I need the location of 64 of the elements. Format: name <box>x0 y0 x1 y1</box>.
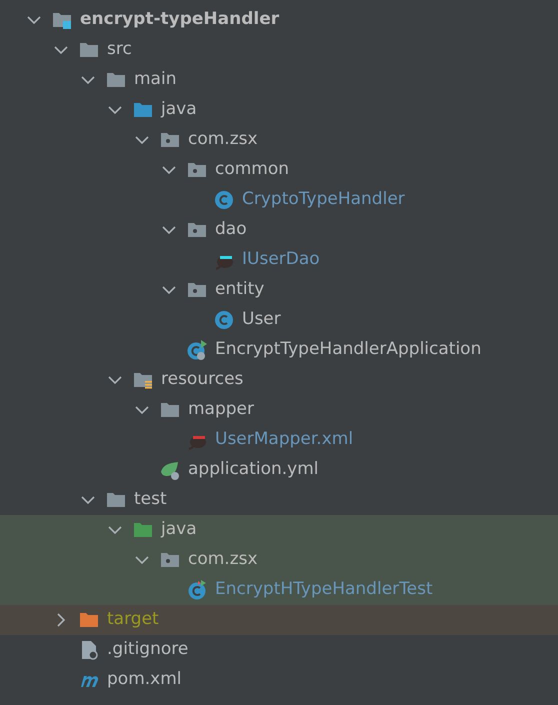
tree-item-label[interactable]: CryptoTypeHandler <box>242 187 405 213</box>
class-icon <box>214 190 234 210</box>
tree-item-label[interactable]: com.zsx <box>188 547 258 573</box>
tree-row[interactable]: mapper <box>0 395 558 425</box>
tree-row[interactable]: java <box>0 95 558 125</box>
tree-row[interactable]: encrypt-typeHandler <box>0 5 558 35</box>
tree-item-label[interactable]: resources <box>161 367 244 393</box>
folder-icon <box>52 10 72 30</box>
tree-row[interactable]: EncryptTypeHandlerApplication <box>0 335 558 365</box>
tree-item-label[interactable]: IUserDao <box>242 247 320 273</box>
folder-icon <box>133 370 153 390</box>
tree-item-label[interactable]: entity <box>215 277 264 303</box>
tree-row[interactable]: common <box>0 155 558 185</box>
package-icon <box>160 550 180 570</box>
tree-row[interactable]: resources <box>0 365 558 395</box>
class-icon <box>214 310 234 330</box>
tree-item-label[interactable]: mapper <box>188 397 254 423</box>
tree-row[interactable]: src <box>0 35 558 65</box>
package-icon <box>187 160 207 180</box>
tree-row[interactable]: dao <box>0 215 558 245</box>
tree-item-label[interactable]: src <box>107 37 132 63</box>
folder-icon <box>133 520 153 540</box>
class-icon <box>187 580 207 600</box>
tree-row[interactable]: CryptoTypeHandler <box>0 185 558 215</box>
tree-row[interactable]: UserMapper.xml <box>0 425 558 455</box>
tree-item-label[interactable]: java <box>161 97 197 123</box>
tree-item-label[interactable]: com.zsx <box>188 127 258 153</box>
folder-icon <box>160 400 180 420</box>
tree-item-label[interactable]: EncryptTypeHandlerApplication <box>215 337 482 363</box>
tree-row[interactable]: IUserDao <box>0 245 558 275</box>
package-icon <box>187 220 207 240</box>
tree-item-label[interactable]: UserMapper.xml <box>215 427 354 453</box>
folder-icon <box>79 40 99 60</box>
tree-row[interactable]: .gitignore <box>0 635 558 665</box>
tree-row[interactable]: main <box>0 65 558 95</box>
tree-row[interactable]: test <box>0 485 558 515</box>
class-icon <box>187 340 207 360</box>
folder-icon <box>106 70 126 90</box>
tree-row[interactable]: pom.xml <box>0 665 558 695</box>
tree-row[interactable]: User <box>0 305 558 335</box>
tree-item-label[interactable]: encrypt-typeHandler <box>80 7 280 33</box>
tree-row[interactable]: java <box>0 515 558 545</box>
tree-item-label[interactable]: application.yml <box>188 457 319 483</box>
tree-row[interactable]: application.yml <box>0 455 558 485</box>
tree-row[interactable]: target <box>0 605 558 635</box>
tree-item-label[interactable]: common <box>215 157 290 183</box>
folder-icon <box>133 100 153 120</box>
leaf-icon <box>160 460 180 480</box>
tree-item-label[interactable]: dao <box>215 217 247 243</box>
tree-item-label[interactable]: java <box>161 517 197 543</box>
tree-item-label[interactable]: target <box>107 607 159 633</box>
tree-row[interactable]: com.zsx <box>0 125 558 155</box>
package-icon <box>187 280 207 300</box>
folder-icon <box>79 610 99 630</box>
tree-item-label[interactable]: User <box>242 307 281 333</box>
tree-row[interactable]: entity <box>0 275 558 305</box>
package-icon <box>160 130 180 150</box>
tree-item-label[interactable]: test <box>134 487 167 513</box>
tree-item-label[interactable]: pom.xml <box>107 667 182 693</box>
tree-item-label[interactable]: .gitignore <box>107 637 188 663</box>
folder-icon <box>106 490 126 510</box>
tree-item-label[interactable]: main <box>134 67 176 93</box>
file-icon <box>79 640 99 660</box>
tree-row[interactable]: com.zsx <box>0 545 558 575</box>
